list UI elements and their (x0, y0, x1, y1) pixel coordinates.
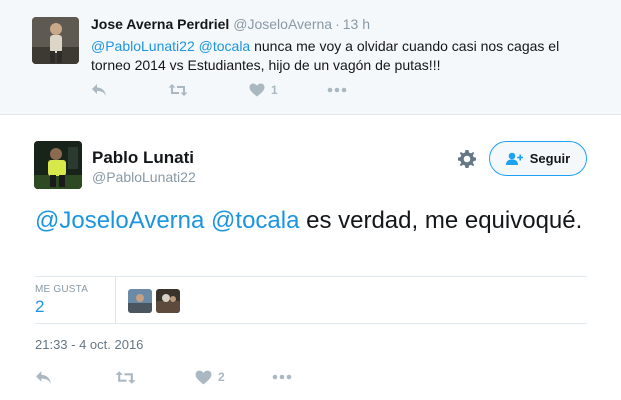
tweet-body: es verdad, me equivoqué. (299, 207, 583, 234)
like-button[interactable]: 1 (249, 82, 278, 98)
like-button[interactable]: 2 (195, 368, 225, 386)
more-button[interactable] (327, 82, 347, 98)
mention-link[interactable]: @PabloLunati22 (91, 38, 195, 54)
likes-label: ME GUSTA (35, 284, 89, 295)
parent-tweet[interactable]: Jose Averna Perdriel @JoseloAverna · 13 h @… (0, 0, 621, 115)
author-handle[interactable]: @PabloLunati22 (92, 169, 196, 185)
tweet-text: @JoseloAverna @tocala es verdad, me equi… (35, 205, 595, 236)
likes-stat[interactable]: ME GUSTA 2 (35, 277, 116, 323)
more-button[interactable] (272, 368, 292, 386)
mention-link[interactable]: @tocala (199, 38, 251, 54)
avatar[interactable] (34, 141, 82, 189)
retweet-icon (115, 370, 136, 385)
author-name[interactable]: Jose Averna Perdriel (91, 16, 229, 32)
heart-icon (195, 370, 212, 385)
author-handle[interactable]: @JoseloAverna (233, 16, 332, 32)
follow-user-icon (505, 152, 523, 165)
like-count: 1 (271, 83, 278, 97)
tweet-stats: ME GUSTA 2 (35, 276, 587, 324)
avatar[interactable] (156, 289, 180, 313)
like-count: 2 (218, 370, 225, 384)
reply-button[interactable] (91, 82, 107, 98)
avatar[interactable] (128, 289, 152, 313)
tweet-time[interactable]: 13 h (343, 16, 370, 32)
reply-button[interactable] (35, 368, 52, 386)
retweet-button[interactable] (115, 368, 136, 386)
retweet-button[interactable] (168, 82, 188, 98)
likers-list (128, 289, 184, 313)
reply-icon (35, 370, 52, 385)
avatar[interactable] (32, 17, 79, 64)
reply-icon (91, 83, 107, 97)
mention-link[interactable]: @tocala (211, 207, 299, 234)
follow-button[interactable]: Seguir (489, 141, 587, 176)
heart-icon (249, 83, 265, 97)
retweet-icon (168, 83, 188, 97)
mention-link[interactable]: @JoseloAverna (35, 207, 204, 234)
separator: · (335, 16, 340, 32)
more-icon (327, 87, 347, 93)
likes-count: 2 (35, 297, 45, 316)
gear-icon[interactable] (457, 149, 477, 169)
author-name[interactable]: Pablo Lunati (92, 148, 194, 168)
tweet-timestamp[interactable]: 21:33 - 4 oct. 2016 (35, 337, 143, 352)
more-icon (272, 374, 292, 380)
follow-label: Seguir (529, 151, 571, 166)
tweet-text: @PabloLunati22 @tocala nunca me voy a ol… (91, 37, 591, 75)
